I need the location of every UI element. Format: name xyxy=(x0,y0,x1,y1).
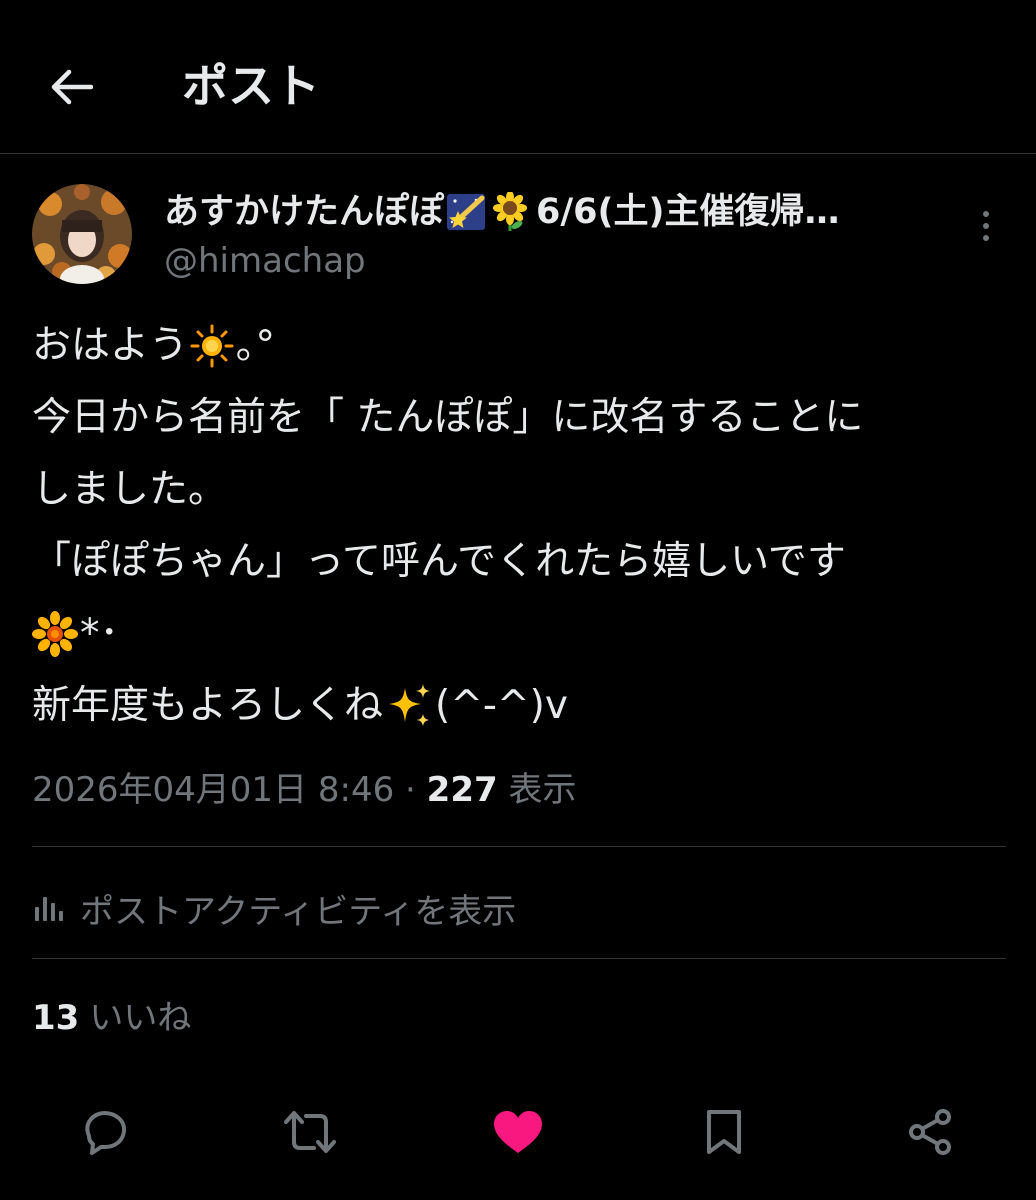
heart-icon xyxy=(494,1111,542,1153)
author-display-name[interactable]: あすかけたんぽぽ 6/6(土)主催復帰… xyxy=(164,188,840,236)
action-bar xyxy=(0,1100,1036,1164)
meta-separator: · xyxy=(405,770,416,810)
author-handle[interactable]: @himachap xyxy=(164,238,366,284)
likes-summary[interactable]: 13 いいね xyxy=(32,992,191,1044)
blossom-emoji xyxy=(32,611,78,657)
share-icon xyxy=(909,1109,951,1155)
views-count: 227 xyxy=(426,770,498,810)
top-bar: ポスト xyxy=(0,0,1036,154)
reply-button[interactable] xyxy=(72,1100,136,1164)
repost-icon xyxy=(284,1111,336,1153)
analytics-icon xyxy=(32,893,66,923)
post-line-text: (^-^)v xyxy=(435,683,568,728)
reply-icon xyxy=(85,1111,127,1155)
post-activity-label: ポストアクティビティを表示 xyxy=(80,891,517,932)
post-line: *･ xyxy=(32,598,1012,670)
views-label: 表示 xyxy=(508,770,577,810)
like-button[interactable] xyxy=(486,1100,550,1164)
back-button[interactable] xyxy=(42,58,100,116)
display-name-text: あすかけたんぽぽ xyxy=(164,192,445,232)
post-text: おはよう ｡° 今日から名前を「 たんぽぽ」に改名することに しました。 「ぽぽ… xyxy=(32,310,1012,742)
more-options-button[interactable] xyxy=(968,206,1004,246)
timestamp[interactable]: 2026年04月01日 8:46 xyxy=(32,770,394,810)
post-line-text: おはよう xyxy=(32,323,189,368)
post-line-text: *･ xyxy=(80,611,120,656)
post-line-text: 「ぽぽちゃん」って呼んでくれたら嬉しいです xyxy=(32,539,846,584)
page-title: ポスト xyxy=(182,59,320,113)
share-button[interactable] xyxy=(898,1100,962,1164)
post-line: 「ぽぽちゃん」って呼んでくれたら嬉しいです xyxy=(32,526,1012,598)
more-dot-icon xyxy=(983,235,989,241)
shooting-star-emoji xyxy=(447,194,486,230)
divider xyxy=(32,846,1006,847)
likes-label: いいね xyxy=(89,998,192,1038)
display-name-rest: 6/6(土)主催復帰… xyxy=(536,192,840,232)
avatar[interactable] xyxy=(32,184,132,284)
repost-button[interactable] xyxy=(278,1100,342,1164)
post-line: しました。 xyxy=(32,454,1012,526)
post-line-text: 今日から名前を「 たんぽぽ」に改名することに xyxy=(32,395,864,440)
bookmark-icon xyxy=(707,1110,741,1154)
bookmark-button[interactable] xyxy=(692,1100,756,1164)
post-line-text: 新年度もよろしくね xyxy=(32,683,384,728)
post-detail-page: ポスト あすかけたんぽぽ 6/6(土)主催復帰… @himachap おはよう … xyxy=(0,0,1036,1200)
sun-emoji xyxy=(190,324,234,368)
post-meta: 2026年04月01日 8:46 · 227 表示 xyxy=(32,764,576,816)
arrow-left-icon xyxy=(51,69,93,105)
post-line: 今日から名前を「 たんぽぽ」に改名することに xyxy=(32,382,1012,454)
sunflower-emoji xyxy=(493,192,528,231)
post-activity-link[interactable]: ポストアクティビティを表示 xyxy=(32,880,516,936)
divider xyxy=(32,958,1006,959)
likes-count: 13 xyxy=(32,998,80,1038)
more-dot-icon xyxy=(983,211,989,217)
post-line: おはよう ｡° xyxy=(32,310,1012,382)
avatar-image xyxy=(32,184,132,284)
sparkles-emoji xyxy=(389,684,431,726)
more-dot-icon xyxy=(983,223,989,229)
post-line: 新年度もよろしくね (^-^)v xyxy=(32,670,1012,742)
post-line-suffix: ｡° xyxy=(236,323,276,368)
post-line-text: しました。 xyxy=(32,467,228,512)
